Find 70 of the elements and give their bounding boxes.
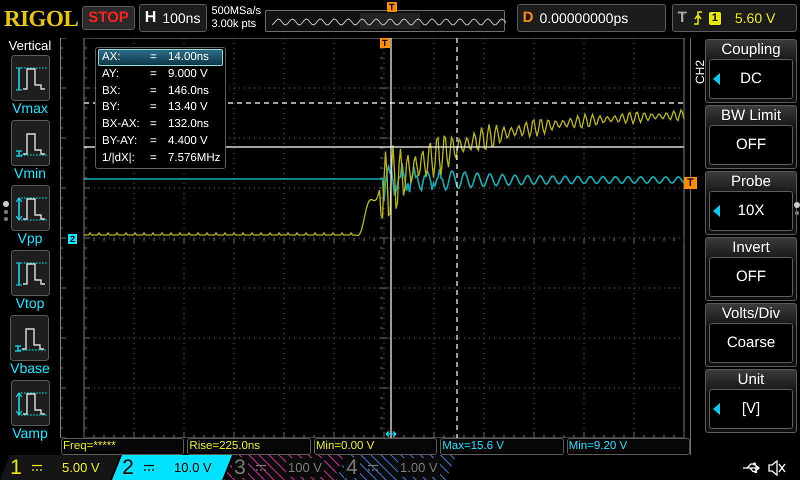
dc-coupling-icon (368, 464, 378, 472)
cursor-reading: AX: = 14.00ns (98, 49, 223, 66)
cursor-reading: BY-AY: = 4.400 V (101, 134, 209, 149)
speaker-muted-icon (768, 460, 786, 476)
measurement-readout: Min=9.20 V (566, 438, 690, 455)
cursor-reading: AY: = 9.000 V (101, 66, 209, 82)
cursor-marker-icon (385, 430, 397, 438)
pulse-measure-icon (10, 250, 50, 296)
softkey-title: Probe (730, 172, 772, 191)
measure-button[interactable]: Vmax (10, 53, 50, 118)
measure-button[interactable]: Vmin (10, 118, 50, 183)
cursor-reading: BY: = 13.40 V (101, 100, 209, 116)
softkey-title: Coupling (721, 40, 781, 59)
trigger-source-badge: 1 (708, 12, 721, 24)
dc-coupling-icon (32, 464, 42, 472)
cursor-reading: BX-AX: = 132.0ns (101, 117, 210, 132)
dc-coupling-icon (144, 464, 154, 472)
channel-tab[interactable]: 4 1.00 V (336, 455, 456, 480)
delay-value: 0.00000000ps (540, 8, 628, 28)
softkey-title: BW Limit (721, 106, 781, 125)
softkey-value-button[interactable]: OFF (709, 257, 793, 297)
measure-button[interactable]: Vbase (10, 313, 50, 378)
trigger-level: 5.60 V (734, 8, 776, 28)
pulse-measure-icon (10, 185, 50, 231)
channel-label: CH2 (694, 60, 706, 84)
measurement-readout: Freq=***** (61, 438, 184, 455)
cursor-reading: 1/|dX|: = 7.576MHz (101, 150, 222, 166)
measure-button[interactable]: Vpp (10, 183, 50, 248)
trigger-label: T (678, 8, 687, 28)
softkey-value-button[interactable]: OFF (709, 125, 793, 165)
page-dots-icon (794, 202, 800, 215)
pulse-measure-icon (10, 315, 50, 361)
measurement-readout: Min=0.00 V (314, 438, 438, 455)
channel-tab[interactable]: 3 100 V (224, 455, 344, 480)
timebase-value: 100ns (162, 8, 200, 28)
trigger-level-marker: T (684, 177, 697, 189)
pulse-measure-icon (10, 120, 50, 166)
softkey-title: Invert (732, 238, 770, 257)
memory-depth: 3.00k pts (211, 18, 258, 31)
trigger-box[interactable]: T 1 5.60 V (672, 4, 797, 32)
pulse-measure-icon (10, 55, 50, 101)
channel-marker: 2 (68, 234, 78, 244)
softkey-value-button[interactable]: Coarse (709, 323, 793, 363)
measurement-readout: Max=15.6 V (440, 438, 564, 455)
trigger-position-marker: T (387, 2, 397, 12)
timebase-box[interactable]: H 100ns (138, 4, 208, 32)
measurement-readout: Rise=225.0ns (187, 438, 311, 455)
softkey-value-button[interactable]: 10X (709, 191, 793, 231)
measure-button[interactable]: Vamp (10, 378, 50, 443)
delay-box[interactable]: D 0.00000000ps (516, 4, 666, 32)
channel-tab[interactable]: 1 5.00 V (0, 455, 120, 480)
pulse-measure-icon (10, 380, 50, 426)
measure-button[interactable]: Vtop (10, 248, 50, 313)
cursor-reading: BX: = 146.0ns (101, 84, 210, 99)
brand-logo: RIGOL (4, 6, 78, 30)
rising-edge-icon (692, 11, 703, 25)
delay-label: D (522, 8, 534, 28)
run-stop-button[interactable]: STOP (82, 6, 135, 30)
usb-icon (742, 462, 762, 474)
channel-tab[interactable]: 2 10.0 V (112, 455, 232, 480)
trigger-position-marker: T (380, 38, 390, 48)
sample-rate: 500MSa/s (211, 5, 262, 18)
softkey-title: Unit (738, 370, 764, 389)
timebase-label: H (144, 8, 156, 28)
softkey-title: Volts/Div (722, 304, 780, 323)
page-dots-icon (3, 201, 9, 221)
dc-coupling-icon (256, 464, 266, 472)
softkey-value-button[interactable]: DC (709, 59, 793, 99)
softkey-value-button[interactable]: [V] (709, 389, 793, 429)
panel-title: Vertical (8, 38, 52, 53)
